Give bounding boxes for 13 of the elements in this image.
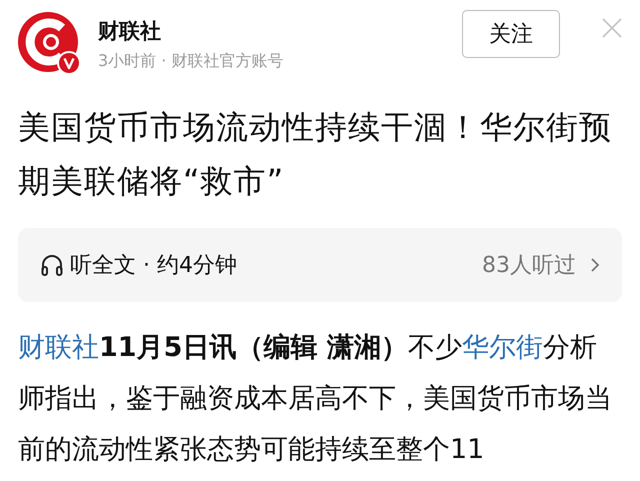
- listen-bar[interactable]: 听全文 · 约4分钟 83人听过: [18, 228, 622, 302]
- article-link[interactable]: 华尔街: [462, 332, 543, 363]
- listener-count: 83人听过: [482, 252, 576, 280]
- post-meta: 3小时前 · 财联社官方账号: [98, 50, 284, 72]
- chevron-right-icon: [590, 257, 600, 273]
- article-title: 美国货币市场流动性持续干涸！华尔街预期美联储将“救市”: [18, 107, 613, 202]
- account-name[interactable]: 财联社: [98, 16, 462, 44]
- article-link[interactable]: 财联社: [18, 332, 99, 363]
- listen-label: 听全文 · 约4分钟: [70, 252, 237, 280]
- headphones-icon: [40, 253, 64, 277]
- close-icon[interactable]: [602, 18, 622, 38]
- article-paragraph: 财联社11月5日讯（编辑 潇湘）不少华尔街分析师指出，鉴于融资成本居高不下，美国货币市场当前的流动性紧张态势可能持续至整个11: [18, 331, 613, 467]
- follow-button[interactable]: 关注: [462, 10, 560, 58]
